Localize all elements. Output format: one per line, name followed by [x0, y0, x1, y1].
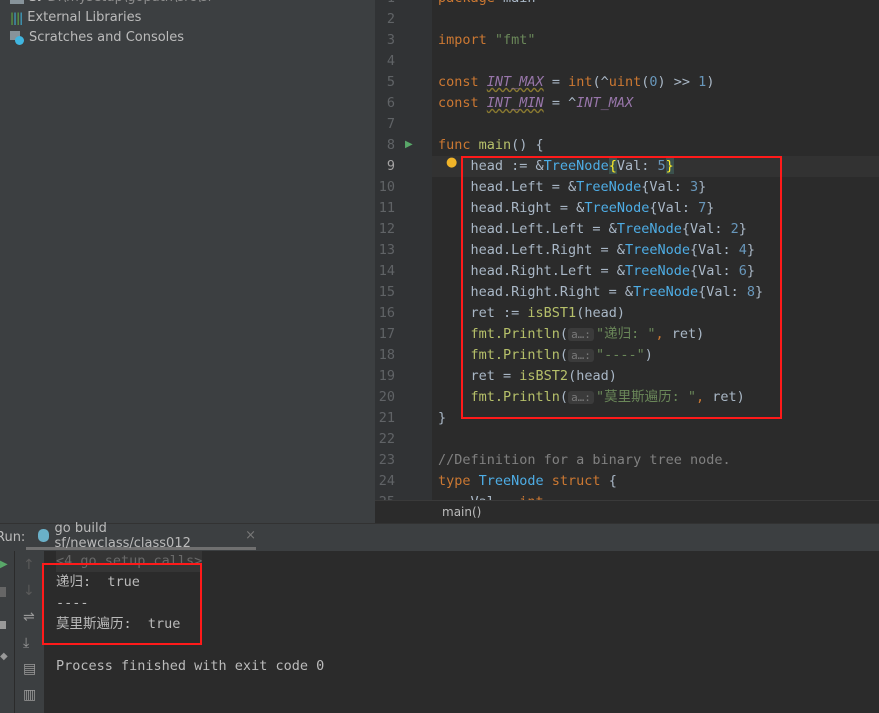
- line-number: 13: [378, 242, 395, 258]
- line-number: 15: [378, 284, 395, 300]
- code-line[interactable]: const INT_MAX = int(^uint(0) >> 1): [438, 72, 714, 93]
- code-token: () {: [511, 137, 544, 153]
- line-number: 21: [378, 410, 395, 426]
- code-token: }: [438, 410, 447, 426]
- run-gutter-icon[interactable]: ▶: [405, 139, 413, 150]
- line-number: 24: [378, 473, 395, 489]
- layout-icon[interactable]: [0, 621, 6, 629]
- close-icon[interactable]: ×: [245, 528, 256, 543]
- line-number: 17: [378, 326, 395, 342]
- line-number: 16: [378, 305, 395, 321]
- code-token: "fmt": [494, 32, 536, 48]
- code-line[interactable]: import "fmt": [438, 30, 536, 51]
- gopher-icon: [38, 529, 49, 542]
- code-token: type: [438, 473, 479, 489]
- line-number: 1: [375, 0, 395, 9]
- print-icon[interactable]: ▤: [23, 661, 36, 677]
- code-line[interactable]: //Definition for a binary tree node.: [438, 450, 731, 471]
- tree-item-scratches[interactable]: Scratches and Consoles: [10, 28, 184, 48]
- line-number: 19: [378, 368, 395, 384]
- code-token: 0: [649, 74, 658, 90]
- code-token: {: [608, 473, 617, 489]
- lightbulb-icon[interactable]: ●: [446, 155, 457, 170]
- line-number: 8: [386, 137, 395, 153]
- code-token: ): [706, 74, 715, 90]
- line-number: 22: [378, 431, 395, 447]
- run-tools: ↑ ↓ ⇌ ⤓ ▤ ▥: [14, 551, 45, 713]
- code-token: ) >>: [657, 74, 699, 90]
- project-sidebar: sf D:\mysetup\gopath\src\sf ||||External…: [0, 0, 375, 523]
- breadcrumb[interactable]: main(): [375, 500, 879, 524]
- code-token: import: [438, 32, 495, 48]
- tree-item-sf[interactable]: sf D:\mysetup\gopath\src\sf: [10, 0, 212, 8]
- scroll-to-end-icon[interactable]: ⤓: [23, 635, 29, 651]
- line-number: 18: [378, 347, 395, 363]
- line-number: 4: [386, 53, 395, 69]
- code-token: uint: [608, 74, 642, 90]
- code-token: (^: [592, 74, 609, 90]
- code-token: = ^: [543, 95, 577, 111]
- code-line[interactable]: func main() {: [438, 135, 544, 156]
- code-line[interactable]: type TreeNode struct {: [438, 471, 617, 492]
- code-token: =: [543, 74, 569, 90]
- trash-icon[interactable]: ▥: [23, 687, 36, 703]
- console-line-exit: Process finished with exit code 0: [56, 658, 325, 674]
- up-arrow-icon[interactable]: ↑: [23, 557, 35, 573]
- line-number: 6: [386, 95, 395, 111]
- line-number: 2: [386, 11, 395, 27]
- run-toolbar: Run: go build sf/newclass/class012 ×: [0, 521, 879, 552]
- code-token: //Definition for a binary tree node.: [438, 452, 731, 468]
- code-token: main: [503, 0, 536, 6]
- line-number: 14: [378, 263, 395, 279]
- code-token: INT_MAX: [576, 95, 634, 111]
- code-token: struct: [551, 473, 609, 489]
- run-tab[interactable]: go build sf/newclass/class012 ×: [26, 521, 256, 551]
- highlight-box-console: [42, 563, 202, 645]
- code-token: INT_MIN: [486, 95, 544, 111]
- down-arrow-icon[interactable]: ↓: [23, 583, 35, 599]
- line-number: 23: [378, 452, 395, 468]
- line-number: 9: [386, 158, 395, 174]
- highlight-box-code: [461, 156, 782, 419]
- rerun-icon[interactable]: ▶: [0, 559, 8, 570]
- code-line[interactable]: const INT_MIN = ^INT_MAX: [438, 93, 633, 114]
- code-token: package: [438, 0, 503, 6]
- stop-icon[interactable]: [0, 587, 6, 597]
- line-number: 10: [378, 179, 395, 195]
- line-number: 11: [378, 200, 395, 216]
- code-token: TreeNode: [478, 473, 552, 489]
- folder-icon: [10, 0, 24, 4]
- code-line[interactable]: }: [438, 408, 446, 429]
- library-icon: ||||: [10, 11, 23, 25]
- code-line[interactable]: package main: [438, 0, 536, 9]
- line-number: 3: [386, 32, 395, 48]
- line-number: 20: [378, 389, 395, 405]
- code-token: main: [478, 137, 512, 153]
- run-left-strip: ▶ ◆: [0, 551, 14, 713]
- code-token: const: [438, 74, 487, 90]
- code-token: func: [438, 137, 479, 153]
- code-token: INT_MAX: [486, 74, 544, 90]
- line-number: 12: [378, 221, 395, 237]
- code-token: const: [438, 95, 487, 111]
- code-token: int: [568, 74, 593, 90]
- scratches-icon: [10, 31, 24, 45]
- line-number: 5: [386, 74, 395, 90]
- tree-item-external-libraries[interactable]: |||| External Libraries: [10, 8, 141, 28]
- line-number: 7: [386, 116, 395, 132]
- soft-wrap-icon[interactable]: ⇌: [23, 609, 35, 625]
- pin-icon[interactable]: ◆: [0, 651, 8, 662]
